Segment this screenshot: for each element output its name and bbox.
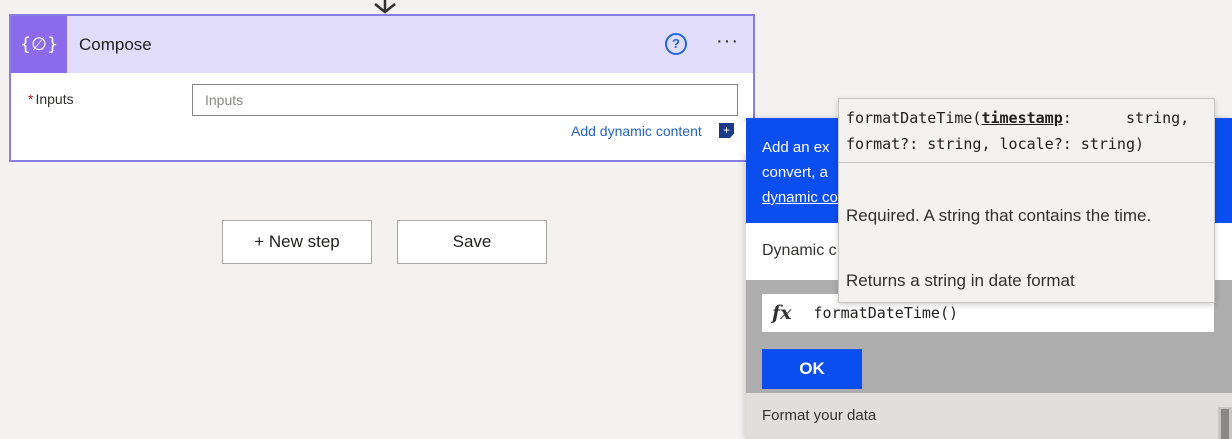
inputs-label: * Inputs xyxy=(28,91,74,107)
compose-action-card[interactable]: {∅} Compose ? ··· *Inputs Add dynamic co… xyxy=(9,14,755,162)
fx-icon: fx xyxy=(772,302,792,324)
compose-title[interactable]: Compose xyxy=(79,35,152,55)
panel-callout-pointer xyxy=(730,120,746,156)
return-description: Returns a string in date format xyxy=(846,271,1075,290)
required-asterisk: * xyxy=(28,91,34,107)
tab-dynamic-content[interactable]: Dynamic c xyxy=(762,242,837,260)
help-icon[interactable]: ? xyxy=(665,33,687,55)
compose-action-icon: {∅} xyxy=(11,16,67,73)
signature-line2: format?: string, locale?: string) xyxy=(846,135,1145,153)
more-options-icon[interactable]: ··· xyxy=(716,30,739,53)
function-name: formatDateTime( xyxy=(846,109,982,127)
panel-scrollbar[interactable] xyxy=(1218,407,1232,439)
compose-card-header[interactable]: {∅} Compose ? ··· xyxy=(11,16,753,73)
flow-down-arrow-icon xyxy=(374,0,396,14)
format-your-data-section[interactable]: Format your data xyxy=(746,393,1232,439)
ok-button[interactable]: OK xyxy=(762,349,862,389)
add-dynamic-content-link[interactable]: Add dynamic content xyxy=(571,123,702,139)
signature-rest: : string, xyxy=(1062,109,1190,127)
new-step-button[interactable]: + New step xyxy=(222,220,372,264)
save-button[interactable]: Save xyxy=(397,220,547,264)
function-signature: formatDateTime(timestamp: string, format… xyxy=(839,99,1214,163)
param-description: Required. A string that contains the tim… xyxy=(846,206,1152,225)
expression-text[interactable]: formatDateTime() xyxy=(814,304,959,322)
function-signature-tooltip: formatDateTime(timestamp: string, format… xyxy=(838,98,1215,303)
scrollbar-thumb[interactable] xyxy=(1221,409,1229,439)
param-timestamp: timestamp xyxy=(981,109,1063,127)
format-your-data-label: Format your data xyxy=(762,407,877,424)
inputs-field[interactable] xyxy=(192,84,738,116)
